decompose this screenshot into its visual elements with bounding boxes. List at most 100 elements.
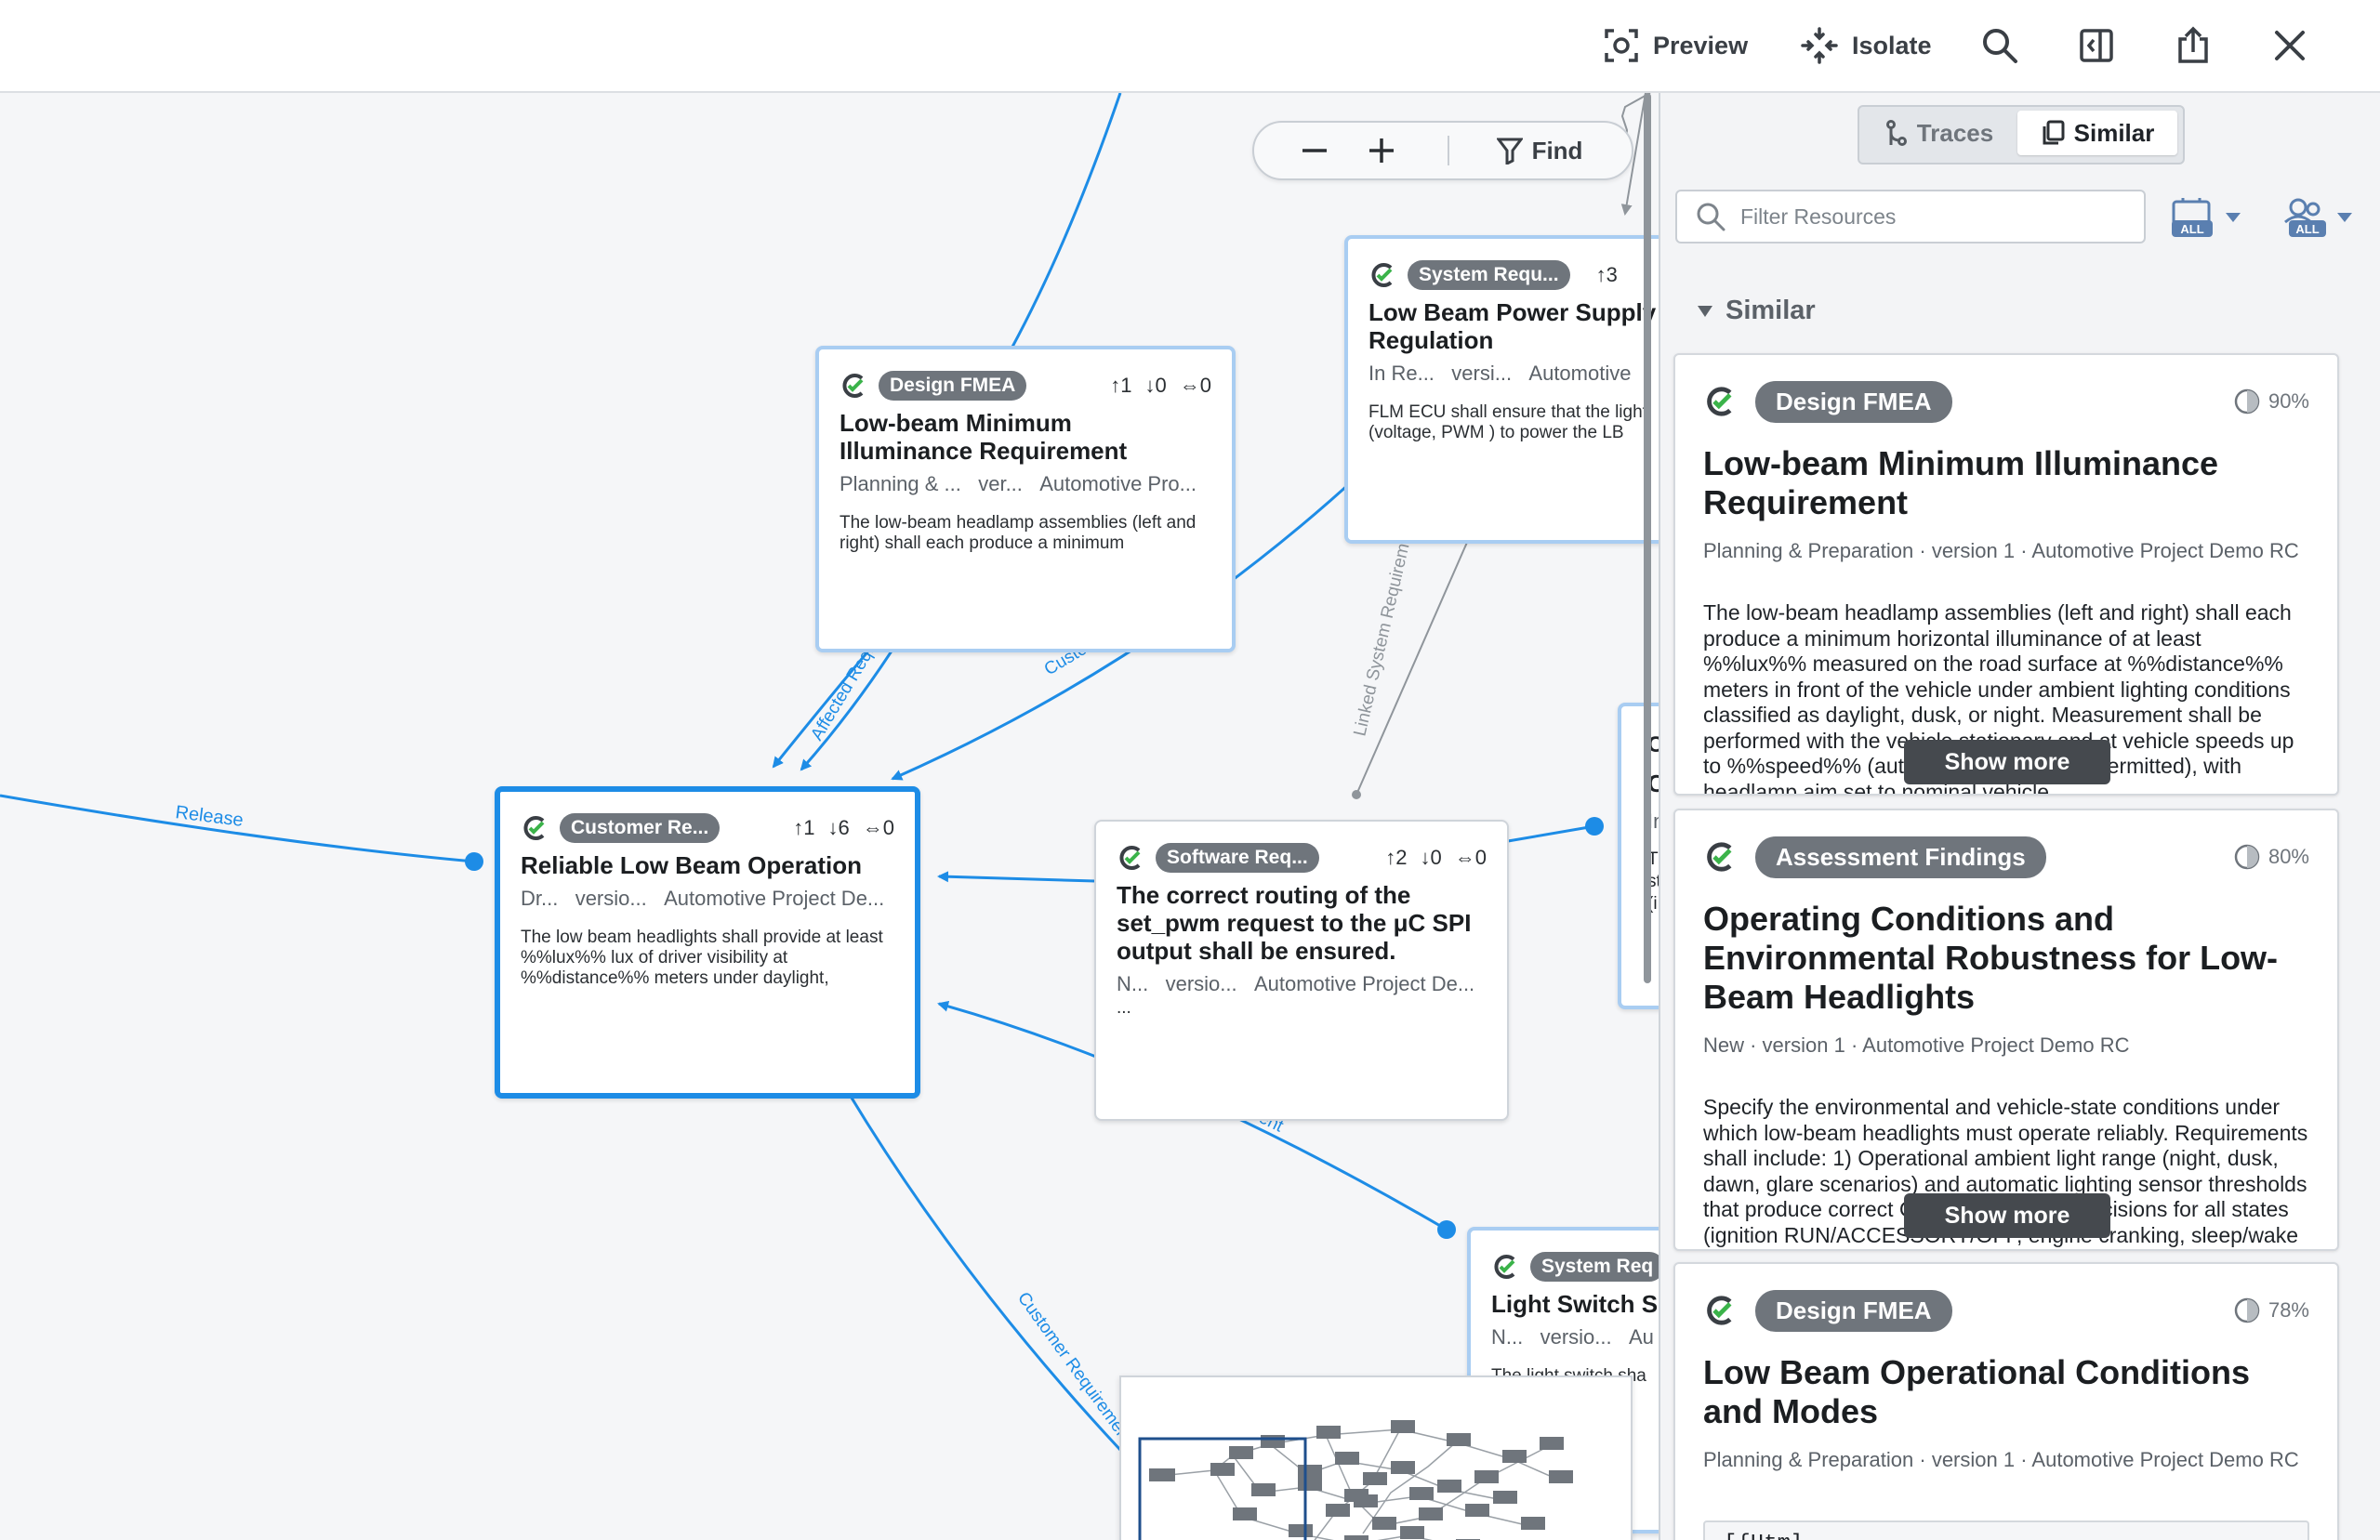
result-type-badge: Assessment Findings: [1755, 836, 2046, 878]
close-icon: [2275, 31, 2305, 60]
chevron-down-icon: [2337, 213, 2352, 222]
panel-toggle-icon: [2080, 29, 2113, 62]
resource-logo-icon: [1119, 846, 1141, 870]
search-button[interactable]: [1971, 17, 2029, 74]
node-type-badge: Software Req...: [1156, 843, 1319, 873]
similar-result-card[interactable]: Assessment Findings 80% Operating Condit…: [1673, 809, 2339, 1251]
minus-icon: [1302, 149, 1327, 152]
node-description: The low-beam headlamp assemblies (left a…: [840, 513, 1197, 553]
similarity-score: 78%: [2233, 1296, 2309, 1324]
graph-minimap[interactable]: [1119, 1375, 1633, 1540]
node-counts: ↑3: [1595, 263, 1618, 286]
node-meta: Dr... versio... Automotive Project De...: [521, 887, 885, 910]
graph-canvas[interactable]: Release Affected Requirement Customer Re…: [0, 93, 1659, 1540]
node-system-req-power[interactable]: System Requ... ↑3 Low Beam Power Supply …: [1344, 235, 1659, 544]
zoom-divider: [1448, 136, 1449, 165]
zoom-out-button[interactable]: [1291, 123, 1338, 178]
isolate-label: Isolate: [1852, 31, 1932, 59]
tab-traces-label: Traces: [1916, 118, 1994, 147]
filter-resources-input[interactable]: [1739, 203, 2133, 230]
canvas-vertical-scrollbar[interactable]: [1644, 93, 1651, 983]
node-meta: In Re... versi... Automotive: [1368, 362, 1632, 385]
edge-label-linked-system: Linked System Requirement: [1350, 517, 1419, 738]
preview-label: Preview: [1653, 31, 1749, 59]
svg-text:ALL: ALL: [2295, 222, 2319, 236]
edge-partial-software: [1507, 824, 1595, 843]
node-type-badge: Design FMEA: [879, 371, 1027, 401]
resource-logo-icon: [842, 374, 864, 398]
search-icon: [1983, 29, 2017, 63]
similar-section-title: Similar: [1726, 296, 1816, 325]
similar-section-header[interactable]: Similar: [1698, 296, 1816, 326]
share-icon: [2178, 26, 2208, 63]
node-type-badge: System Req: [1530, 1252, 1659, 1282]
result-meta: Planning & Preparation · version 1 · Aut…: [1703, 539, 2299, 562]
close-button[interactable]: [2261, 17, 2319, 74]
show-more-button[interactable]: Show more: [1904, 1193, 2110, 1238]
preview-icon: [1605, 29, 1638, 62]
node-meta: Planning & ... ver... Automotive Pro...: [840, 472, 1197, 495]
project-filter-dropdown[interactable]: ALL: [2170, 193, 2241, 242]
toggle-panel-button[interactable]: [2068, 17, 2125, 74]
edge-customer-2-dot: [1437, 1220, 1456, 1239]
node-title: Low-beam Minimum Illuminance Requirement: [840, 409, 1128, 465]
result-code-preview: [{Html: [1703, 1520, 2309, 1540]
edge-software-customer: [937, 871, 1096, 883]
node-counts: ↑2 ↓0 ⇔0: [1385, 846, 1487, 869]
result-meta: New · version 1 · Automotive Project Dem…: [1703, 1033, 2130, 1057]
similarity-gauge-icon: [2234, 388, 2260, 415]
edge-release-dot: [465, 852, 483, 871]
resource-logo-icon: [1494, 1255, 1515, 1279]
filter-funnel-icon: [1496, 138, 1523, 165]
node-meta: N... versio... Au: [1491, 1325, 1654, 1349]
zoom-in-button[interactable]: [1358, 123, 1405, 178]
result-type-badge: Design FMEA: [1755, 1289, 1952, 1332]
node-title: Reliable Low Beam Operation: [521, 851, 862, 879]
similar-panel: Traces Similar ALL ALL Similar: [1659, 93, 2380, 1540]
resource-logo-icon: [1707, 842, 1732, 872]
node-description: The low beam headlights shall provide at…: [521, 928, 883, 988]
node-customer-requirement-selected[interactable]: Customer Re... ↑1 ↓6 ⇔0 Reliable Low Bea…: [495, 786, 920, 1099]
node-title: The correct routing of the set_pwm reque…: [1117, 881, 1472, 965]
copy-icon: [2043, 120, 2065, 145]
show-more-button[interactable]: Show more: [1904, 740, 2110, 784]
node-description: FLM ECU shall ensure that the light (vol…: [1368, 402, 1647, 442]
result-meta: Planning & Preparation · version 1 · Aut…: [1703, 1448, 2299, 1471]
user-filter-dropdown[interactable]: ALL: [2281, 193, 2352, 242]
node-type-badge: System Requ...: [1408, 260, 1570, 290]
tab-traces[interactable]: Traces: [1865, 111, 2014, 155]
minimap-viewport: [1138, 1437, 1307, 1540]
resource-logo-icon: [1371, 263, 1393, 287]
tab-similar-label: Similar: [2073, 118, 2155, 147]
filter-resources-field[interactable]: [1675, 190, 2146, 244]
node-title: Light Switch S: [1491, 1290, 1659, 1318]
edge-top: [1010, 93, 1122, 349]
node-title: Low Beam Power Supply Regulation: [1368, 298, 1657, 354]
node-software-requirement[interactable]: Software Req... ↑2 ↓0 ⇔0 The correct rou…: [1094, 820, 1509, 1121]
tab-similar[interactable]: Similar: [2017, 111, 2177, 155]
plus-icon: [1369, 138, 1394, 163]
node-partial-right[interactable]: C C In Tl st (i: [1618, 703, 1659, 1009]
similar-result-card[interactable]: Design FMEA 90% Low-beam Minimum Illumin…: [1673, 353, 2339, 796]
find-label: Find: [1531, 136, 1583, 165]
similarity-gauge-icon: [2234, 844, 2260, 870]
node-design-fmea[interactable]: Design FMEA ↑1 ↓0 ⇔0 Low-beam Minimum Il…: [815, 346, 1236, 652]
result-title: Low Beam Operational Conditions and Mode…: [1703, 1353, 2251, 1430]
isolate-icon: [1801, 27, 1838, 64]
node-type-badge: Customer Re...: [560, 813, 721, 843]
panel-tab-switch: Traces Similar: [1858, 105, 2185, 165]
result-title: Operating Conditions and Environmental R…: [1703, 900, 2279, 1016]
share-button[interactable]: [2164, 17, 2222, 74]
result-type-badge: Design FMEA: [1755, 380, 1952, 423]
similarity-score: 80%: [2233, 843, 2309, 871]
isolate-button[interactable]: Isolate: [1800, 17, 1932, 74]
find-button[interactable]: Find: [1470, 123, 1609, 178]
node-counts: ↑1 ↓6 ⇔0: [793, 816, 894, 839]
minimap-graph: [1138, 1420, 1573, 1540]
node-meta: N... versio... Automotive Project De...: [1117, 972, 1475, 995]
top-toolbar: Preview Isolate: [0, 0, 2380, 93]
preview-button[interactable]: Preview: [1603, 17, 1748, 74]
zoom-find-toolbar: Find: [1252, 121, 1633, 180]
edge-label-customer-3: Customer Requirement: [1013, 1289, 1137, 1449]
similar-result-card[interactable]: Design FMEA 78% Low Beam Operational Con…: [1673, 1262, 2339, 1540]
